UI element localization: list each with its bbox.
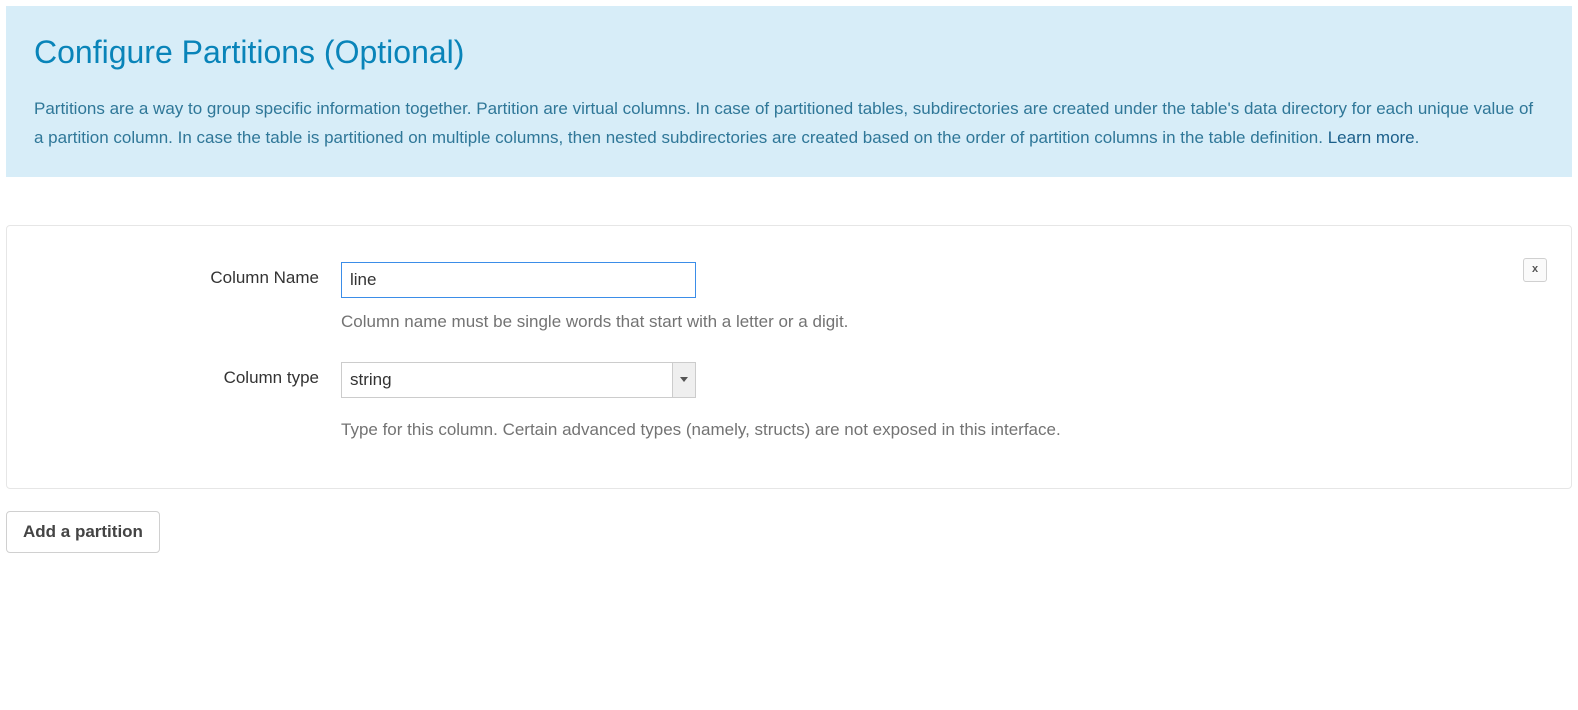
info-panel-text: Partitions are a way to group specific i… bbox=[34, 99, 1533, 147]
column-type-help: Type for this column. Certain advanced t… bbox=[341, 420, 1547, 440]
remove-partition-button[interactable]: x bbox=[1523, 258, 1547, 282]
column-name-control: Column name must be single words that st… bbox=[341, 262, 1547, 332]
info-panel-title: Configure Partitions (Optional) bbox=[34, 34, 1544, 71]
info-panel: Configure Partitions (Optional) Partitio… bbox=[6, 6, 1572, 177]
column-name-help: Column name must be single words that st… bbox=[341, 312, 1547, 332]
column-name-input[interactable] bbox=[341, 262, 696, 298]
column-type-select-wrapper: string bbox=[341, 362, 696, 398]
period: . bbox=[1415, 128, 1420, 147]
column-type-select[interactable]: string bbox=[341, 362, 696, 398]
column-type-control: string Type for this column. Certain adv… bbox=[341, 362, 1547, 440]
add-partition-button[interactable]: Add a partition bbox=[6, 511, 160, 553]
learn-more-link[interactable]: Learn more bbox=[1328, 128, 1415, 147]
partition-form-panel: x Column Name Column name must be single… bbox=[6, 225, 1572, 489]
column-name-row: Column Name Column name must be single w… bbox=[31, 262, 1547, 332]
column-type-label: Column type bbox=[31, 362, 341, 388]
info-panel-description: Partitions are a way to group specific i… bbox=[34, 95, 1544, 153]
column-type-row: Column type string Type for this column.… bbox=[31, 362, 1547, 440]
column-name-input-wrapper bbox=[341, 262, 696, 298]
column-name-label: Column Name bbox=[31, 262, 341, 288]
